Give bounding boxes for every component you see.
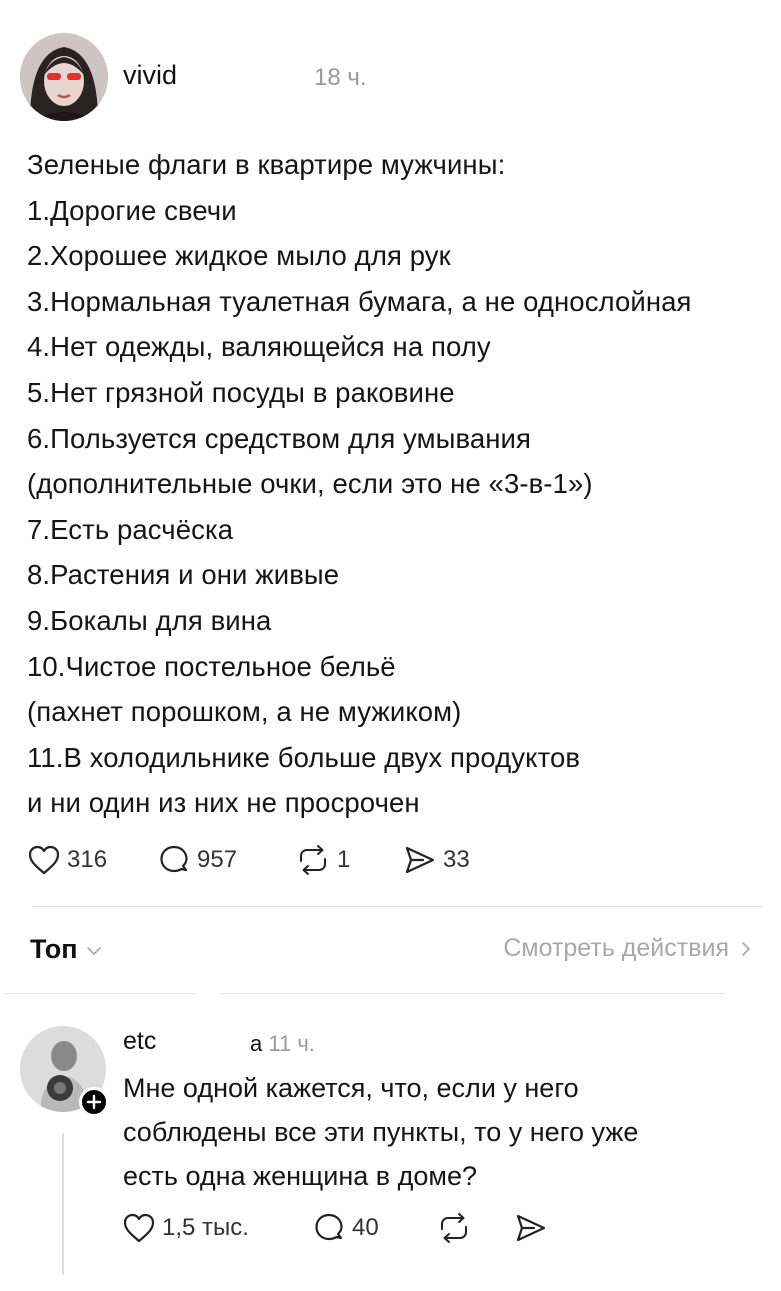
post-line: 7.Есть расчёска [27,513,234,545]
avatar[interactable] [20,33,108,121]
heart-icon [123,1213,155,1243]
post-actions: 316 957 1 33 [27,840,470,880]
sort-label: Топ [30,934,78,964]
comment-count: 957 [197,846,238,873]
post-username[interactable]: vivid [123,60,177,91]
post-line: 4.Нет одежды, валяющейся на полу [27,331,491,363]
share-button[interactable] [514,1212,548,1244]
post-line: (дополнительные очки, если это не «3-в-1… [27,468,593,500]
avatar-image [20,33,108,121]
send-icon [516,1214,546,1242]
comment-button[interactable]: 40 [312,1211,436,1245]
post-line: 10.Чистое постельное бельё [27,650,396,682]
repost-icon [300,845,326,875]
like-button[interactable]: 316 [27,844,157,876]
comment-bubble-icon [160,845,188,873]
post-line: и ни один из них не просрочен [27,787,420,819]
reply-line: Мне одной кажется, что, если у него [123,1073,579,1103]
post-body: Зеленые флаги в квартире мужчины: 1.Доро… [27,142,777,826]
like-button[interactable]: 1,5 тыс. [122,1212,312,1244]
reply-time-prefix: а [250,1031,263,1056]
reply-actions: 1,5 тыс. 40 [122,1208,548,1248]
post-line: 8.Растения и они живые [27,559,340,591]
divider [32,906,763,907]
view-actions-link[interactable]: Смотреть действия [503,934,751,963]
comment-bubble-icon [315,1213,343,1241]
thread-line [62,1133,64,1275]
post-line: 2.Хорошее жидкое мыло для рук [27,240,451,272]
repost-icon [441,1213,467,1243]
comment-count: 40 [352,1214,379,1241]
divider [4,993,196,994]
sort-dropdown[interactable]: Топ [30,934,102,965]
repost-button[interactable]: 1 [295,843,403,877]
reply-time-value: 11 ч. [268,1031,315,1056]
reply-timestamp: а 11 ч. [250,1031,315,1057]
reply-username[interactable]: etc [123,1027,156,1056]
repost-button[interactable] [436,1211,514,1245]
reply-line: соблюдены все эти пункты, то у него уже [123,1117,639,1147]
plus-icon [86,1094,102,1110]
follow-button[interactable] [79,1087,109,1117]
like-count: 1,5 тыс. [162,1214,249,1241]
repost-count: 1 [337,846,351,873]
post-line: 1.Дорогие свечи [27,194,237,226]
post-line: 5.Нет грязной посуды в раковине [27,376,455,408]
comment-button[interactable]: 957 [157,843,295,877]
post-line: 11.В холодильнике больше двух продуктов [27,741,581,773]
like-count: 316 [67,846,108,873]
chevron-down-icon [86,946,101,955]
post-timestamp: 18 ч. [314,64,367,91]
share-button[interactable]: 33 [403,844,470,876]
post-line: 9.Бокалы для вина [27,604,272,636]
divider [220,993,725,994]
reply-body: Мне одной кажется, что, если у него собл… [123,1066,763,1198]
post-line: (пахнет порошком, а не мужиком) [27,696,462,728]
reply-line: есть одна женщина в доме? [123,1161,477,1191]
post-line: 3.Нормальная туалетная бумага, а не одно… [27,285,692,317]
post-line: Зеленые флаги в квартире мужчины: [27,149,506,180]
share-count: 33 [443,846,470,873]
heart-icon [28,845,60,875]
post-line: 6.Пользуется средством для умывания [27,422,531,454]
view-actions-label: Смотреть действия [503,934,729,962]
chevron-right-icon [742,941,750,956]
send-icon [405,846,435,874]
